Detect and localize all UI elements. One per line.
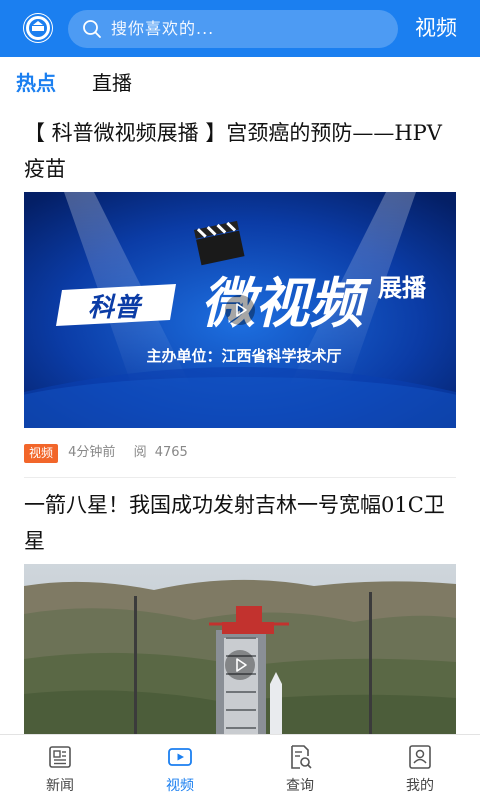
video-badge: 视频 (24, 443, 59, 463)
feed-item[interactable]: 【 科普微视频展播 】宫颈癌的预防——HPV疫苗 科普 微视频 展播 主办单位：… (24, 115, 456, 478)
feed-item-title[interactable]: 【 科普微视频展播 】宫颈癌的预防——HPV疫苗 (24, 115, 456, 187)
video-icon (168, 748, 192, 766)
category-tabs: 热点 直播 (0, 57, 480, 107)
nav-query-label: 查询 (286, 778, 314, 794)
emblem-logo-icon[interactable] (23, 13, 53, 43)
app-header: 搜你喜欢的... 视频 (0, 0, 480, 57)
nav-video[interactable]: 视频 (120, 735, 240, 800)
publish-time: 4分钟前 (68, 445, 116, 460)
feed-item-title[interactable]: 一箭八星！我国成功发射吉林一号宽幅01C卫星 (24, 487, 456, 559)
header-title: 视频 (415, 16, 457, 40)
video-thumbnail[interactable]: 科普 微视频 展播 主办单位：江西省科学技术厅 (24, 192, 456, 428)
banner-headline-right: 展播 (378, 274, 427, 302)
video-thumbnail[interactable] (24, 564, 456, 734)
video-feed: 【 科普微视频展播 】宫颈癌的预防——HPV疫苗 科普 微视频 展播 主办单位：… (0, 107, 480, 734)
nav-news-label: 新闻 (46, 778, 74, 794)
divider (24, 477, 456, 478)
views-label: 阅 (133, 445, 147, 460)
nav-news[interactable]: 新闻 (0, 735, 120, 800)
tab-hot[interactable]: 热点 (16, 70, 56, 96)
newspaper-icon (49, 746, 71, 768)
banner-headline-left: 科普 (88, 293, 143, 323)
search-bar[interactable]: 搜你喜欢的... (68, 10, 398, 48)
profile-icon (409, 745, 431, 769)
nav-video-label: 视频 (166, 778, 194, 794)
banner-organizer: 主办单位：江西省科学技术厅 (146, 347, 341, 365)
play-icon[interactable] (225, 650, 255, 680)
search-doc-icon (291, 745, 312, 769)
search-icon (83, 20, 101, 38)
feed-item[interactable]: 一箭八星！我国成功发射吉林一号宽幅01C卫星 (24, 487, 456, 734)
nav-query[interactable]: 查询 (240, 735, 360, 800)
feed-item-meta: 视频 4分钟前 阅 4765 (24, 442, 188, 464)
bottom-navigation: 新闻 视频 查询 我的 (0, 734, 480, 800)
nav-mine-label: 我的 (406, 778, 434, 794)
tab-live[interactable]: 直播 (92, 70, 132, 96)
nav-mine[interactable]: 我的 (360, 735, 480, 800)
search-placeholder: 搜你喜欢的... (111, 19, 215, 38)
views-count: 4765 (154, 445, 188, 460)
play-icon[interactable] (225, 295, 255, 325)
